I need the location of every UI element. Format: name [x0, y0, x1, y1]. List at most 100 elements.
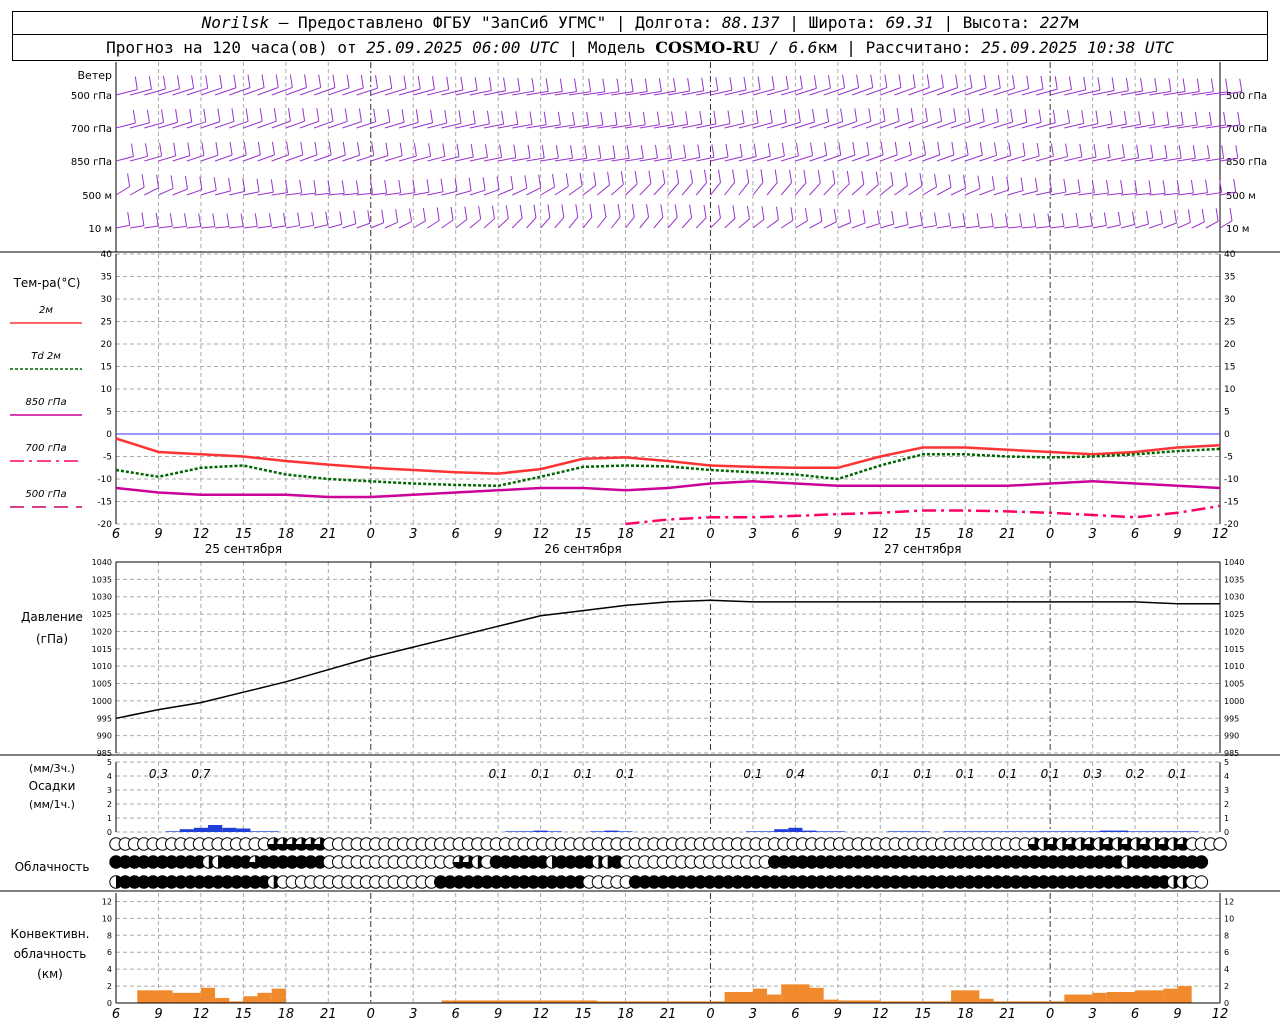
wind-barb — [568, 185, 583, 196]
y-tick-right: 6 — [1224, 948, 1229, 957]
x-tick-label: 0 — [1046, 527, 1054, 542]
wind-barb — [370, 222, 384, 229]
y-tick-left: 12 — [102, 897, 112, 906]
wind-barb — [695, 182, 707, 196]
conv-bar — [951, 990, 980, 1003]
wind-barb-flag — [1201, 208, 1205, 222]
wind-barb-flag — [713, 110, 717, 124]
x-tick-label: 9 — [1173, 527, 1181, 542]
wind-barb-flag — [579, 172, 583, 186]
wind-barb-flag — [191, 75, 195, 89]
wind-barb-flag — [316, 108, 320, 122]
y-tick-left: 2 — [107, 982, 112, 991]
conv-bar — [200, 987, 216, 1003]
wind-barb-flag — [1103, 212, 1107, 226]
wind-barb — [115, 186, 130, 196]
wind-barb-flag — [819, 208, 823, 222]
wind-barb — [1106, 192, 1123, 196]
wind-barb-flag — [565, 173, 569, 187]
wind-barb-flag — [385, 142, 389, 156]
wind-barb-flag — [687, 77, 691, 92]
precip-3h-label: 0.1 — [574, 767, 593, 781]
wind-barb — [526, 217, 537, 229]
wind-barb-flag — [132, 109, 136, 124]
y-tick-right: 5 — [1224, 758, 1229, 767]
x-tick-label: 12 — [193, 1007, 210, 1022]
wind-barb — [1149, 223, 1163, 229]
precip-bar — [590, 831, 605, 832]
conv-bar — [767, 994, 782, 1003]
y-tick-left: 1015 — [92, 645, 112, 654]
wind-barb-flag — [371, 142, 375, 156]
wind-barb-flag — [233, 74, 237, 88]
wind-barb-flag — [257, 141, 261, 155]
y-tick-left: 1010 — [92, 662, 112, 671]
wind-barb-flag — [1020, 177, 1024, 191]
wind-barb-flag — [732, 205, 736, 219]
wind-barb — [766, 219, 779, 229]
y-tick-left: 1020 — [92, 627, 112, 636]
wind-barb — [512, 187, 528, 196]
wind-barb — [752, 218, 765, 229]
wind-barb-flag — [134, 76, 138, 90]
wind-barb-flag — [743, 76, 747, 90]
wind-barb — [610, 216, 621, 229]
wind-barb — [1021, 226, 1036, 229]
conv-bar — [172, 992, 201, 1003]
wind-barb — [568, 216, 579, 229]
wind-barb — [398, 155, 417, 162]
wind-barb — [979, 154, 997, 162]
wind-barb-flag — [413, 142, 417, 157]
wind-barb-flag — [1111, 77, 1115, 91]
y-tick-left: -15 — [97, 498, 112, 508]
wind-barb-flag — [1061, 213, 1065, 227]
wind-barb-flag — [1019, 213, 1023, 227]
wind-barb — [172, 188, 188, 196]
y-tick-right: 35 — [1224, 273, 1235, 283]
wind-barb — [1163, 192, 1180, 196]
wind-barb-flag — [283, 212, 287, 226]
wind-barb-flag — [875, 171, 879, 185]
wind-barb-flag — [503, 77, 507, 91]
precip-3h-label: 0.1 — [998, 767, 1017, 781]
precip-bar — [1142, 831, 1157, 832]
wind-barb-flag — [842, 74, 846, 89]
wind-barb — [823, 183, 836, 196]
wind-barb-flag — [130, 143, 134, 157]
wind-barb — [1035, 191, 1052, 196]
wind-barb — [554, 217, 565, 229]
conv-bar — [1177, 986, 1192, 1003]
precip-bar — [208, 825, 223, 832]
wind-barb — [1007, 155, 1026, 162]
wind-barb-flag — [1131, 211, 1135, 225]
precip-bar — [802, 830, 817, 832]
wind-barb-flag — [919, 211, 923, 226]
day-label: 27 сентября — [884, 542, 961, 556]
precip-bar — [1043, 831, 1058, 832]
wind-barb-flag — [1229, 207, 1233, 221]
day-label: 25 сентября — [205, 542, 282, 556]
x-tick-label: 21 — [320, 1007, 337, 1022]
wind-barb-flag — [660, 204, 664, 218]
wind-barb-flag — [1223, 111, 1227, 126]
precip-bar — [760, 831, 775, 832]
wind-barb — [738, 182, 750, 196]
cloud-title: Облачность — [15, 860, 90, 874]
wind-barb-flag — [757, 76, 761, 90]
wind-barb-flag — [422, 207, 426, 222]
precip-3h-label: 0.1 — [913, 767, 932, 781]
wind-barb — [965, 154, 983, 162]
wind-barb-flag — [876, 210, 880, 224]
wind-barb — [1149, 192, 1166, 196]
wind-barb-flag — [212, 213, 216, 227]
wind-barb-flag — [593, 172, 597, 186]
wind-barb-flag — [630, 78, 634, 92]
wind-barb-flag — [616, 78, 620, 92]
x-tick-label: 9 — [834, 1007, 842, 1022]
wind-barb — [214, 154, 233, 162]
wind-barb-flag — [1050, 143, 1054, 157]
precip-3h-label: 0.1 — [616, 767, 635, 781]
wind-barb-flag — [674, 204, 678, 218]
wind-barb-flag — [213, 177, 217, 191]
wind-barb-flag — [898, 74, 902, 88]
